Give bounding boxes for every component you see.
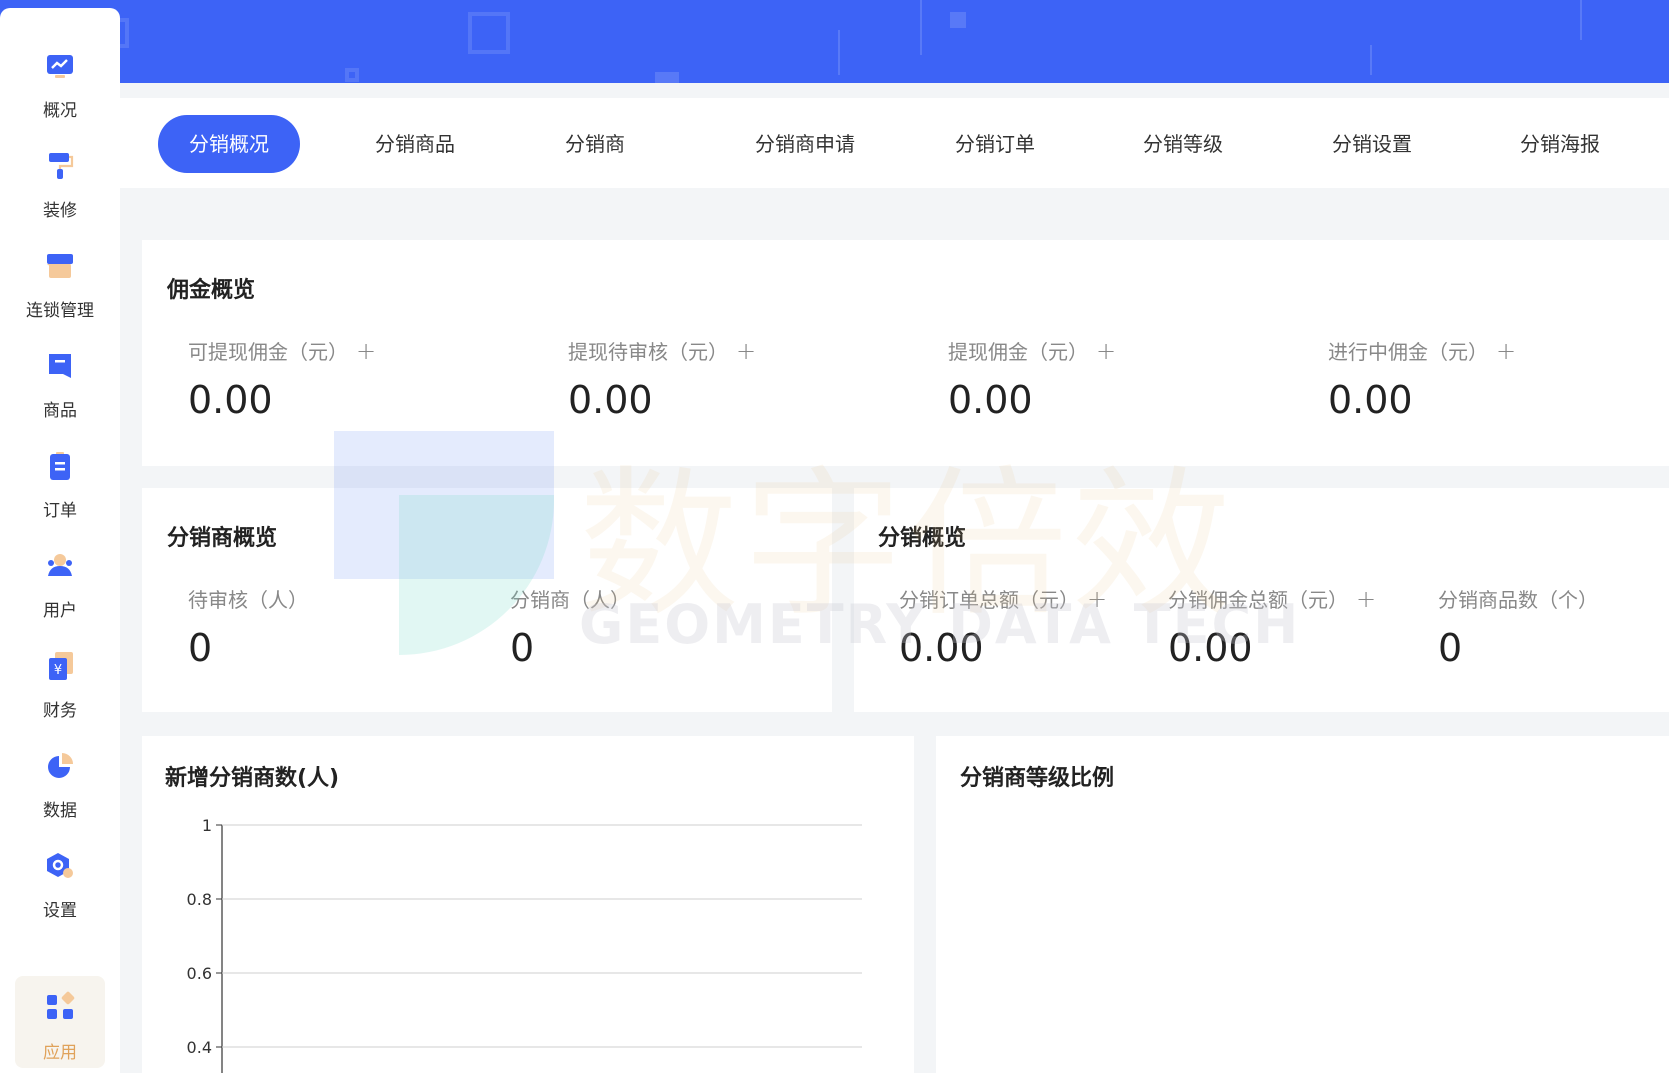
settings-icon: [47, 853, 73, 878]
sidebar-item-settings[interactable]: 设置: [0, 844, 120, 934]
user-icon: [48, 554, 72, 576]
stat-label: 分销订单总额（元） +: [899, 584, 1107, 613]
tab-distribution-orders[interactable]: 分销订单: [930, 115, 1060, 173]
sidebar-item-users[interactable]: 用户: [0, 544, 120, 634]
sidebar-item-label: 连锁管理: [26, 301, 94, 321]
sidebar-item-overview[interactable]: 概况: [0, 44, 120, 134]
stat-label: 可提现佣金（元） +: [188, 336, 376, 365]
card-title: 佣金概览: [167, 278, 256, 303]
sidebar-item-label: 用户: [43, 601, 77, 621]
stat-value: 0: [1438, 626, 1463, 670]
card-title: 分销概览: [878, 526, 967, 551]
sidebar-item-chain[interactable]: 连锁管理: [0, 244, 120, 334]
stat-value: 0.00: [1328, 378, 1413, 422]
tab-distribution-overview[interactable]: 分销概况: [158, 115, 300, 173]
y-tick-label: 0.6: [187, 964, 212, 983]
card-title: 分销商等级比例: [960, 766, 1115, 791]
stat-label: 提现佣金（元） +: [948, 336, 1116, 365]
new-distributors-chart-card: 新增分销商数(人) 1 0.8 0.6 0.4: [142, 736, 914, 1073]
distributor-overview-card: 分销商概览 待审核（人） 0 分销商（人） 0: [142, 488, 832, 712]
sidebar-item-label: 数据: [43, 801, 77, 821]
stat-label-text: 分销佣金总额（元）: [1168, 588, 1348, 612]
sidebar-item-label: 订单: [43, 501, 77, 521]
sidebar-item-apps[interactable]: 应用: [15, 976, 105, 1068]
paint-roller-icon: [49, 153, 74, 179]
stat-value: 0.00: [899, 626, 984, 670]
plus-icon[interactable]: +: [1096, 337, 1116, 365]
sidebar-item-label: 财务: [43, 701, 77, 721]
apps-icon: [47, 991, 75, 1019]
banner-decoration: [345, 68, 359, 82]
sidebar-item-orders[interactable]: 订单: [0, 444, 120, 534]
sidebar-item-label: 概况: [43, 101, 77, 121]
stat-value: 0: [510, 626, 535, 670]
svg-text:¥: ¥: [54, 663, 62, 678]
stat-label: 分销商品数（个）: [1438, 588, 1598, 612]
sidebar-item-data[interactable]: 数据: [0, 744, 120, 834]
plus-icon[interactable]: +: [1356, 585, 1376, 613]
stat-value: 0.00: [568, 378, 653, 422]
stat-value: 0.00: [1168, 626, 1253, 670]
y-tick-label: 0.4: [187, 1038, 212, 1057]
banner-decoration: [468, 12, 510, 54]
sidebar-item-finance[interactable]: ¥ 财务: [0, 644, 120, 734]
stat-label: 进行中佣金（元） +: [1328, 336, 1516, 365]
stat-label: 分销佣金总额（元） +: [1168, 584, 1376, 613]
tab-distributors[interactable]: 分销商: [540, 115, 650, 173]
sidebar: 概况 装修 连锁管理 商品 订单 用户 ¥ 财务 数据 设置 应用: [0, 8, 120, 1073]
chart-icon: [47, 55, 73, 78]
plus-icon[interactable]: +: [1087, 585, 1107, 613]
finance-icon: ¥: [49, 652, 73, 680]
tab-distribution-products[interactable]: 分销商品: [350, 115, 480, 173]
new-distributors-chart: 1 0.8 0.6 0.4: [187, 816, 862, 1073]
banner-decoration: [920, 0, 922, 55]
card-title: 分销商概览: [167, 526, 278, 551]
distribution-overview-card: 分销概览 分销订单总额（元） + 0.00 分销佣金总额（元） + 0.00 分销商…: [854, 488, 1669, 712]
store-icon: [47, 254, 73, 278]
sidebar-item-label: 装修: [43, 201, 77, 221]
pie-icon: [48, 753, 73, 778]
sidebar-item-decoration[interactable]: 装修: [0, 144, 120, 234]
stat-value: 0.00: [948, 378, 1033, 422]
level-ratio-card: 分销商等级比例: [936, 736, 1669, 1073]
stat-label: 待审核（人）: [188, 588, 308, 612]
commission-overview-card: 佣金概览 可提现佣金（元） + 0.00 提现待审核（元） + 0.00 提现佣金（…: [142, 240, 1669, 466]
banner-decoration: [950, 12, 966, 28]
sidebar-item-label: 设置: [43, 901, 77, 921]
plus-icon[interactable]: +: [1496, 337, 1516, 365]
banner-decoration: [655, 72, 679, 83]
plus-icon[interactable]: +: [736, 337, 756, 365]
sidebar-item-label: 商品: [43, 401, 77, 421]
banner-decoration: [1370, 45, 1372, 75]
stat-label-text: 提现佣金（元）: [948, 340, 1088, 364]
tab-distributor-applications[interactable]: 分销商申请: [730, 115, 880, 173]
y-tick-label: 0.8: [187, 890, 212, 909]
y-tick-label: 1: [202, 816, 212, 835]
stat-label: 提现待审核（元） +: [568, 336, 756, 365]
stat-label: 分销商（人）: [510, 588, 630, 612]
tab-distribution-settings[interactable]: 分销设置: [1307, 115, 1437, 173]
tab-distribution-levels[interactable]: 分销等级: [1118, 115, 1248, 173]
order-icon: [50, 452, 70, 480]
sidebar-item-label: 应用: [43, 1043, 77, 1063]
stat-value: 0.00: [188, 378, 273, 422]
plus-icon[interactable]: +: [356, 337, 376, 365]
stat-value: 0: [188, 626, 213, 670]
tab-distribution-posters[interactable]: 分销海报: [1495, 115, 1625, 173]
banner-decoration: [838, 30, 840, 75]
stat-label-text: 提现待审核（元）: [568, 340, 728, 364]
sidebar-item-products[interactable]: 商品: [0, 344, 120, 434]
top-banner: [0, 0, 1669, 83]
stat-label-text: 分销订单总额（元）: [899, 588, 1079, 612]
banner-decoration: [1580, 0, 1582, 40]
product-icon: [49, 354, 71, 378]
tab-bar: 分销概况 分销商品 分销商 分销商申请 分销订单 分销等级 分销设置 分销海报: [120, 98, 1669, 188]
stat-label-text: 进行中佣金（元）: [1328, 340, 1488, 364]
stat-label-text: 可提现佣金（元）: [188, 340, 348, 364]
